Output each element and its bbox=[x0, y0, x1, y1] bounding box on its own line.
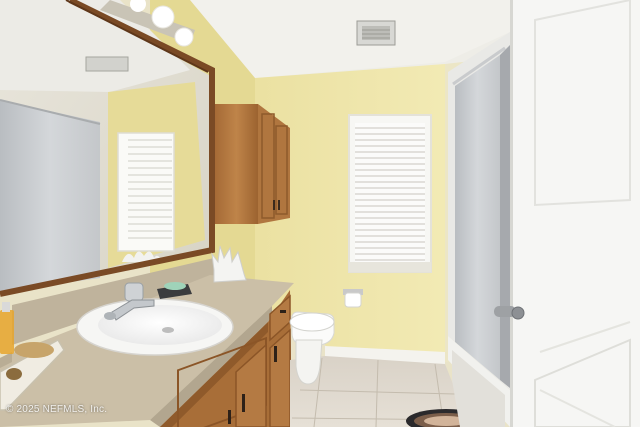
sink-basin bbox=[76, 298, 234, 356]
shower-enclosure bbox=[448, 32, 510, 427]
ceiling-vent bbox=[356, 20, 396, 46]
window-blinds bbox=[348, 114, 432, 273]
bathroom-door bbox=[510, 0, 640, 427]
photo-watermark: © 2025 NEFMLS, Inc. bbox=[6, 404, 108, 415]
bathroom-illustration bbox=[0, 0, 640, 427]
soap-dispenser bbox=[0, 302, 14, 354]
bathroom-photo: © 2025 NEFMLS, Inc. bbox=[0, 0, 640, 427]
toilet-paper-holder bbox=[343, 289, 363, 308]
